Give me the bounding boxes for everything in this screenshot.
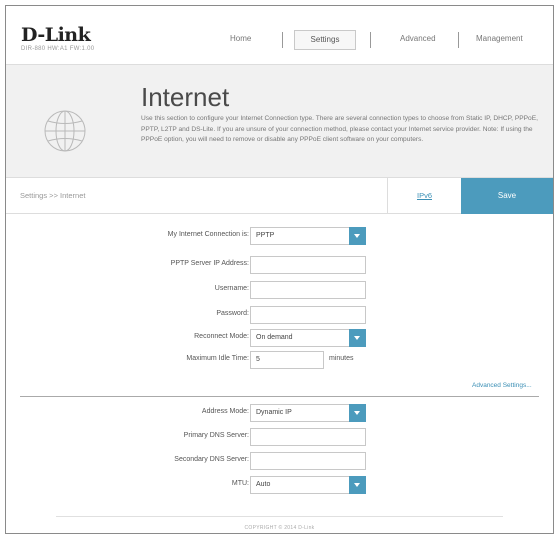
model-info: DIR-880 HW:A1 FW:1.00 bbox=[21, 46, 95, 52]
username-label: Username: bbox=[214, 285, 249, 292]
reconnect-mode-select[interactable]: On demand bbox=[250, 329, 366, 347]
address-mode-select[interactable]: Dynamic IP bbox=[250, 404, 366, 422]
nav-home[interactable]: Home bbox=[230, 34, 251, 43]
connection-type-select[interactable]: PPTP bbox=[250, 227, 366, 245]
chevron-down-icon[interactable] bbox=[349, 329, 366, 347]
breadcrumb-bar: Settings >> Internet IPv6 Save bbox=[6, 178, 553, 214]
mtu-label: MTU: bbox=[231, 480, 249, 487]
breadcrumb: Settings >> Internet bbox=[20, 191, 86, 200]
nav-divider bbox=[458, 32, 459, 48]
mtu-value: Auto bbox=[256, 481, 271, 488]
secondary-dns-input[interactable] bbox=[250, 452, 366, 470]
nav-divider bbox=[282, 32, 283, 48]
connection-type-value: PPTP bbox=[256, 232, 275, 239]
nav-settings[interactable]: Settings bbox=[294, 30, 356, 50]
primary-dns-label: Primary DNS Server: bbox=[183, 432, 249, 439]
password-row: Password: bbox=[6, 306, 553, 324]
server-ip-row: PPTP Server IP Address: bbox=[6, 256, 553, 274]
page-title: Internet bbox=[141, 82, 230, 112]
chevron-down-icon[interactable] bbox=[349, 227, 366, 245]
dlink-logo[interactable]: D-Link bbox=[21, 24, 91, 46]
chevron-down-icon[interactable] bbox=[349, 404, 366, 422]
mtu-select[interactable]: Auto bbox=[250, 476, 366, 494]
section-divider bbox=[20, 396, 539, 397]
top-bar: D-Link DIR-880 HW:A1 FW:1.00 Home Settin… bbox=[6, 6, 553, 64]
secondary-dns-row: Secondary DNS Server: bbox=[6, 452, 553, 470]
reconnect-mode-value: On demand bbox=[256, 334, 293, 341]
router-admin-window: D-Link DIR-880 HW:A1 FW:1.00 Home Settin… bbox=[5, 5, 554, 534]
page-description: Use this section to configure your Inter… bbox=[141, 115, 538, 143]
reconnect-mode-label: Reconnect Mode: bbox=[194, 333, 249, 340]
footer-divider bbox=[56, 516, 503, 517]
nav-management[interactable]: Management bbox=[476, 34, 523, 43]
address-mode-label: Address Mode: bbox=[201, 408, 249, 415]
chevron-down-icon[interactable] bbox=[349, 476, 366, 494]
reconnect-mode-row: Reconnect Mode: On demand bbox=[6, 329, 553, 347]
mtu-row: MTU: Auto bbox=[6, 476, 553, 494]
save-button[interactable]: Save bbox=[461, 178, 553, 214]
nav-advanced[interactable]: Advanced bbox=[400, 34, 436, 43]
connection-type-label: My Internet Connection is: bbox=[167, 231, 249, 238]
primary-dns-row: Primary DNS Server: bbox=[6, 428, 553, 446]
connection-type-row: My Internet Connection is: PPTP bbox=[6, 227, 553, 245]
primary-dns-input[interactable] bbox=[250, 428, 366, 446]
copyright-footer: COPYRIGHT © 2014 D-Link bbox=[244, 525, 315, 531]
server-ip-label: PPTP Server IP Address: bbox=[170, 260, 249, 267]
server-ip-input[interactable] bbox=[250, 256, 366, 274]
password-input[interactable] bbox=[250, 306, 366, 324]
secondary-dns-label: Secondary DNS Server: bbox=[174, 456, 249, 463]
username-input[interactable] bbox=[250, 281, 366, 299]
password-label: Password: bbox=[216, 310, 249, 317]
globe-icon bbox=[44, 110, 86, 152]
advanced-settings-link[interactable]: Advanced Settings... bbox=[472, 382, 532, 389]
idle-time-row: Maximum Idle Time: 5 minutes bbox=[6, 351, 553, 369]
idle-time-label: Maximum Idle Time: bbox=[186, 355, 249, 362]
address-mode-row: Address Mode: Dynamic IP bbox=[6, 404, 553, 422]
username-row: Username: bbox=[6, 281, 553, 299]
idle-time-unit: minutes bbox=[329, 355, 354, 362]
page-banner: Internet Use this section to configure y… bbox=[6, 64, 553, 178]
idle-time-input[interactable]: 5 bbox=[250, 351, 324, 369]
address-mode-value: Dynamic IP bbox=[256, 409, 292, 416]
nav-divider bbox=[370, 32, 371, 48]
ipv6-link[interactable]: IPv6 bbox=[387, 178, 461, 214]
